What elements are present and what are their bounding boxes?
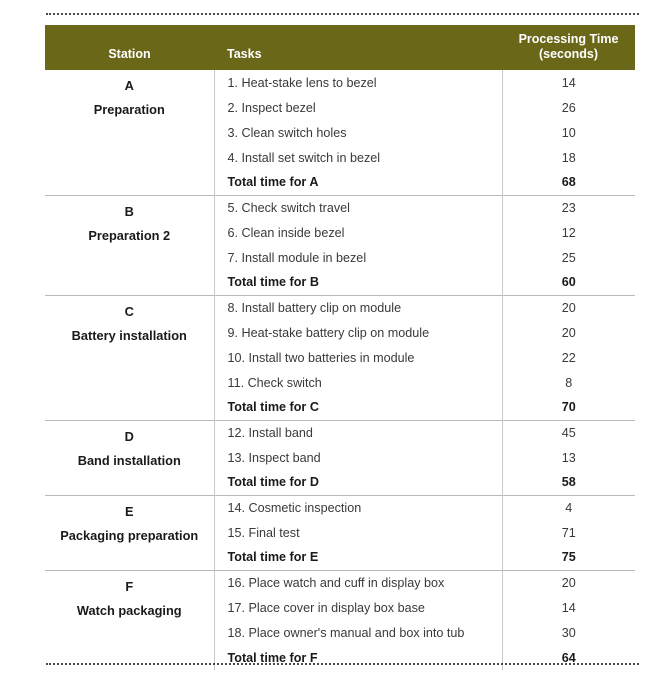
task-time-cell: 20	[501, 569, 635, 595]
task-time-cell: 18	[501, 145, 635, 170]
station-letter: F	[125, 578, 134, 594]
task-label-cell: 10. Install two batteries in module	[213, 345, 502, 370]
task-time-cell: 26	[501, 95, 635, 120]
table-header: Station Tasks Processing Time (seconds)	[45, 25, 635, 70]
task-label-cell: 18. Place owner's manual and box into tu…	[213, 620, 502, 645]
column-header-station: Station	[45, 25, 214, 70]
task-time-cell: 12	[501, 220, 635, 245]
task-label-cell: 17. Place cover in display box base	[213, 595, 502, 620]
bottom-dotted-divider	[46, 663, 639, 665]
station-total-label: Total time for F	[213, 645, 502, 670]
station-name: Packaging preparation	[60, 527, 199, 543]
station-cell: B Preparation 2	[45, 194, 214, 295]
task-label-cell: 7. Install module in bezel	[213, 245, 502, 270]
column-header-tasks-label: Tasks	[227, 47, 262, 62]
task-time-cell: 8	[501, 370, 635, 395]
station-name: Band installation	[77, 452, 181, 468]
task-time-cell: 20	[501, 320, 635, 345]
task-time-cell: 23	[501, 194, 635, 220]
station-name: Preparation	[93, 102, 165, 118]
column-header-tasks: Tasks	[214, 25, 502, 70]
task-label-cell: 16. Place watch and cuff in display box	[213, 569, 502, 595]
task-label-cell: 13. Inspect band	[213, 445, 502, 470]
page-root: Station Tasks Processing Time (seconds) …	[0, 0, 648, 687]
task-time-cell: 71	[501, 520, 635, 545]
top-dotted-divider	[46, 13, 639, 15]
task-label-cell: 4. Install set switch in bezel	[213, 145, 502, 170]
station-total-label: Total time for B	[213, 270, 502, 295]
task-label-cell: 2. Inspect bezel	[213, 95, 502, 120]
station-cell: A Preparation	[45, 70, 214, 195]
task-time-cell: 10	[501, 120, 635, 145]
station-letter: D	[124, 428, 134, 444]
column-header-processing-time: Processing Time (seconds)	[502, 25, 635, 70]
station-total-time: 60	[501, 270, 635, 295]
station-total-time: 68	[501, 170, 635, 195]
task-time-cell: 20	[501, 294, 635, 320]
station-total-label: Total time for D	[213, 470, 502, 495]
table-header-row: Station Tasks Processing Time (seconds)	[45, 25, 635, 70]
task-time-cell: 4	[501, 494, 635, 520]
task-time-cell: 45	[501, 419, 635, 445]
table-row: D Band installation 12. Install band 45	[45, 419, 635, 495]
task-time-cell: 14	[501, 70, 635, 95]
task-label-cell: 1. Heat-stake lens to bezel	[213, 70, 502, 95]
table-row: E Packaging preparation 14. Cosmetic inspe…	[45, 494, 635, 570]
station-name: Preparation 2	[88, 227, 171, 243]
column-header-station-label: Station	[108, 47, 151, 62]
table-row: B Preparation 2 5. Check switch travel 23	[45, 194, 635, 295]
station-cell: C Battery installation	[45, 294, 214, 420]
station-total-time: 70	[501, 395, 635, 420]
station-task-table: Station Tasks Processing Time (seconds) …	[45, 25, 635, 670]
table-row: A Preparation 1. Heat-stake lens to bezel 1…	[45, 70, 635, 117]
task-time-cell: 25	[501, 245, 635, 270]
table-row: C Battery installation 8. Install battery …	[45, 294, 635, 420]
task-time-cell: 13	[501, 445, 635, 470]
station-name: Battery installation	[71, 327, 187, 343]
task-time-cell: 14	[501, 595, 635, 620]
station-total-time: 75	[501, 545, 635, 570]
station-total-label: Total time for C	[213, 395, 502, 420]
station-letter: B	[124, 203, 134, 219]
station-letter: E	[124, 503, 134, 519]
station-name: Watch packaging	[76, 602, 182, 618]
task-label-cell: 3. Clean switch holes	[213, 120, 502, 145]
task-label-cell: 8. Install battery clip on module	[213, 294, 502, 320]
column-header-processing-time-line2: (seconds)	[538, 47, 599, 62]
station-total-time: 64	[501, 645, 635, 670]
task-label-cell: 14. Cosmetic inspection	[213, 494, 502, 520]
station-total-label: Total time for E	[213, 545, 502, 570]
column-header-processing-time-line1: Processing Time	[518, 31, 619, 46]
task-label-cell: 11. Check switch	[213, 370, 502, 395]
task-time-cell: 30	[501, 620, 635, 645]
station-cell: D Band installation	[45, 419, 214, 495]
station-cell: F Watch packaging	[45, 569, 214, 670]
column-header-processing-time-lines: Processing Time (seconds)	[502, 32, 635, 70]
table-body: A Preparation 1. Heat-stake lens to bezel 1…	[45, 70, 635, 670]
station-total-label: Total time for A	[213, 170, 502, 195]
task-time-cell: 22	[501, 345, 635, 370]
station-letter: C	[124, 303, 134, 319]
table-row: F Watch packaging 16. Place watch and cuff…	[45, 569, 635, 670]
station-total-time: 58	[501, 470, 635, 495]
station-cell: E Packaging preparation	[45, 494, 214, 570]
station-task-table-container: Station Tasks Processing Time (seconds) …	[45, 25, 635, 670]
task-label-cell: 6. Clean inside bezel	[213, 220, 502, 245]
station-letter: A	[124, 78, 134, 93]
task-label-cell: 9. Heat-stake battery clip on module	[213, 320, 502, 345]
task-label-cell: 12. Install band	[213, 419, 502, 445]
task-label-cell: 5. Check switch travel	[213, 194, 502, 220]
task-label-cell: 15. Final test	[213, 520, 502, 545]
